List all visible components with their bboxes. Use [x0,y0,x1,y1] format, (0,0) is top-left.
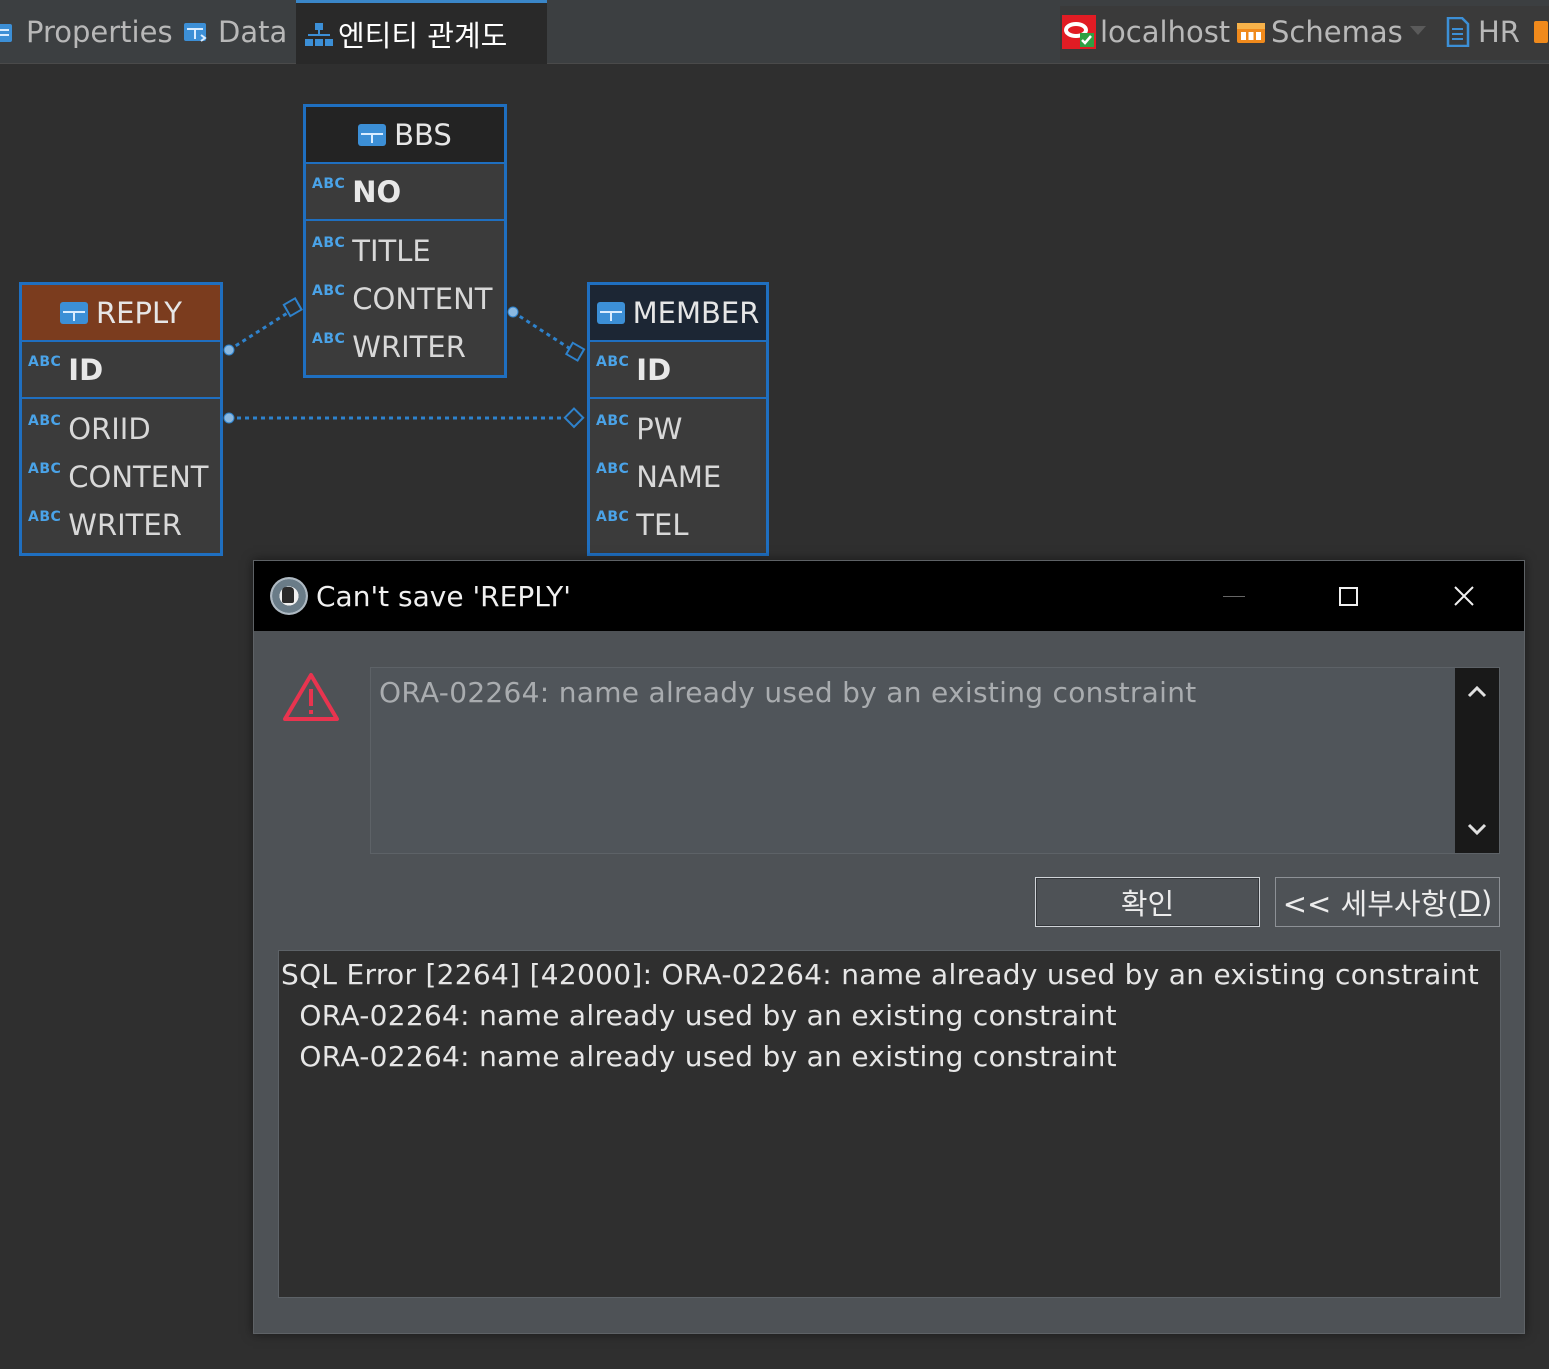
string-type-icon: ABC [28,509,62,525]
entity-name: MEMBER [632,295,760,330]
details-button-label-suffix: ) [1480,885,1493,919]
primary-key-column[interactable]: ABC ID [22,342,220,399]
column-name: WRITER [68,508,182,542]
string-type-icon: ABC [312,283,346,299]
primary-key-column[interactable]: ABC NO [306,164,504,221]
details-toggle-button[interactable]: << 세부사항(D) [1275,877,1500,927]
error-dialog: Can't save 'REPLY' ORA-02264: name alrea… [253,560,1525,1334]
string-type-icon: ABC [596,509,630,525]
string-type-icon: ABC [596,353,630,370]
entity-bbs[interactable]: BBS ABC NO ABC TITLE ABC CONTENT ABC WRITER [303,104,507,378]
table-icon [596,301,625,324]
entity-header[interactable]: MEMBER [590,285,766,342]
maximize-button[interactable] [1290,561,1406,631]
string-type-icon: ABC [596,461,630,477]
column-name: CONTENT [68,460,209,494]
entity-header[interactable]: BBS [306,107,504,164]
column[interactable]: ABC TEL [590,501,766,549]
maximize-icon [1338,586,1358,606]
string-type-icon: ABC [596,413,630,429]
entity-name: BBS [394,117,452,152]
column-name: NAME [636,460,722,494]
column-name: TITLE [352,234,431,268]
relationship-bbs-member[interactable] [507,306,586,362]
message-scrollbar[interactable] [1455,668,1499,853]
scroll-up-icon[interactable] [1467,682,1487,702]
warning-icon [283,673,339,721]
detail-line: ORA-02264: name already used by an exist… [281,1040,1117,1073]
close-icon [1454,586,1474,606]
detail-line: ORA-02264: name already used by an exist… [281,999,1117,1032]
relationship-reply-bbs[interactable] [223,296,303,356]
column-name: ORIID [68,412,151,446]
error-message: ORA-02264: name already used by an exist… [379,676,1197,709]
scroll-down-icon[interactable] [1467,819,1487,839]
table-icon [358,123,387,146]
close-button[interactable] [1406,561,1522,631]
entity-header[interactable]: REPLY [22,285,220,342]
entity-reply[interactable]: REPLY ABC ID ABC ORIID ABC CONTENT ABC WRIT… [19,282,223,556]
column[interactable]: ABC CONTENT [306,275,504,323]
string-type-icon: ABC [28,413,62,429]
string-type-icon: ABC [28,353,62,370]
table-icon [60,301,88,324]
column[interactable]: ABC WRITER [22,501,220,549]
minimize-icon [1223,595,1245,597]
entity-name: REPLY [96,295,182,330]
dbeaver-window: Properties Data 엔티티 관계도 localhost Schema [0,0,1549,1369]
column[interactable]: ABC NAME [590,453,766,501]
primary-key-column[interactable]: ABC ID [590,342,766,399]
ok-button[interactable]: 확인 [1035,877,1260,927]
entity-member[interactable]: MEMBER ABC ID ABC PW ABC NAME ABC TEL [587,282,769,556]
string-type-icon: ABC [312,331,346,347]
string-type-icon: ABC [28,461,62,477]
column-name: CONTENT [352,282,493,316]
column[interactable]: ABC ORIID [22,405,220,453]
column-name: ID [636,352,672,387]
column[interactable]: ABC TITLE [306,227,504,275]
column-name: ID [68,352,104,387]
minimize-button[interactable] [1176,561,1292,631]
column[interactable]: ABC WRITER [306,323,504,371]
error-details-text[interactable]: SQL Error [2264] [42000]: ORA-02264: nam… [278,950,1501,1298]
details-button-label-prefix: << 세부사항( [1282,887,1459,921]
column-name: WRITER [352,330,466,364]
column-name: NO [352,174,402,209]
error-message-box[interactable]: ORA-02264: name already used by an exist… [370,667,1500,854]
dialog-title-bar[interactable]: Can't save 'REPLY' [254,561,1524,631]
detail-line: SQL Error [2264] [42000]: ORA-02264: nam… [281,958,1480,991]
column[interactable]: ABC PW [590,405,766,453]
string-type-icon: ABC [312,175,346,192]
column-name: TEL [636,508,689,542]
details-mnemonic: D [1458,885,1481,919]
er-relationship-lines [223,296,586,429]
dbeaver-app-icon [270,577,308,615]
string-type-icon: ABC [312,235,346,251]
column[interactable]: ABC CONTENT [22,453,220,501]
dialog-title: Can't save 'REPLY' [316,579,571,613]
column-name: PW [636,412,683,446]
ok-button-label: 확인 [1120,887,1175,921]
